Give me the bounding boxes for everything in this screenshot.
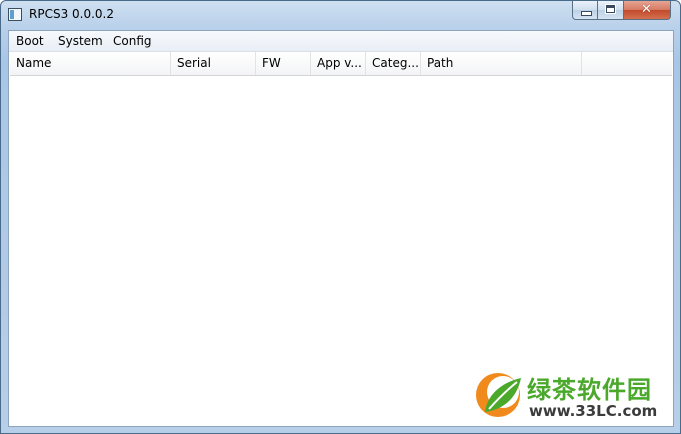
title-bar[interactable]: RPCS3 0.0.0.2 ✕ xyxy=(1,1,680,29)
column-header-path[interactable]: Path xyxy=(421,52,582,75)
close-icon: ✕ xyxy=(641,2,652,17)
watermark-url: www.33LC.com xyxy=(529,402,658,420)
menu-config[interactable]: Config xyxy=(113,34,152,48)
menu-bar: Boot System Config xyxy=(9,31,673,52)
window-title: RPCS3 0.0.0.2 xyxy=(29,7,115,21)
maximize-button[interactable] xyxy=(598,1,624,20)
column-header-category[interactable]: Categ... xyxy=(366,52,421,75)
column-header-app-version[interactable]: App v... xyxy=(311,52,366,75)
minimize-icon xyxy=(581,11,592,16)
main-window: RPCS3 0.0.0.2 ✕ Boot System Config Name … xyxy=(0,0,681,434)
column-header-filler xyxy=(582,52,672,75)
minimize-button[interactable] xyxy=(572,1,598,20)
column-header-fw[interactable]: FW xyxy=(256,52,311,75)
menu-boot[interactable]: Boot xyxy=(16,34,44,48)
column-header-name[interactable]: Name xyxy=(10,52,171,75)
close-button[interactable]: ✕ xyxy=(624,1,671,20)
column-header-serial[interactable]: Serial xyxy=(171,52,256,75)
leaf-logo-icon xyxy=(476,373,521,417)
watermark: 绿茶软件园 www.33LC.com xyxy=(473,366,669,426)
maximize-icon xyxy=(605,4,616,14)
table-header: Name Serial FW App v... Categ... Path xyxy=(10,52,672,76)
watermark-site-name: 绿茶软件园 xyxy=(527,376,652,404)
app-window-icon[interactable] xyxy=(8,8,22,21)
menu-system[interactable]: System xyxy=(58,34,103,48)
